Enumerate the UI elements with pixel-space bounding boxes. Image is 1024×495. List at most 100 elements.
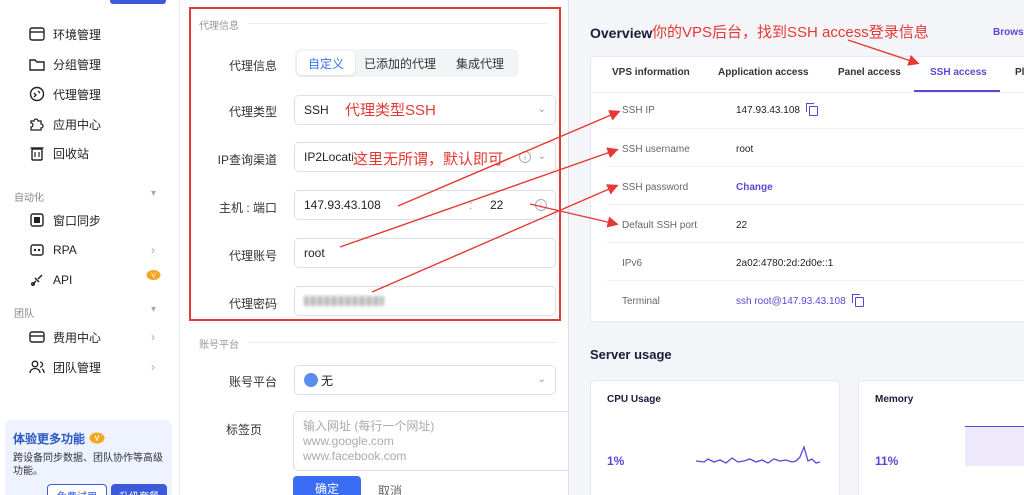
ssh-ip-text: 147.93.43.108 (736, 105, 800, 116)
app-root: 环境管理 分组管理 代理管理 应用中心 回收站 自动化 ▾ 窗口同步 RPA ›… (0, 0, 1024, 495)
annotation-proxy-type: 代理类型SSH (345, 102, 436, 119)
promo-title: 体验更多功能 V (13, 430, 164, 447)
account-platform-value: 无 (321, 373, 334, 388)
ssh-ip-key: SSH IP (622, 105, 655, 116)
free-trial-button[interactable]: 免费试用 (47, 484, 107, 495)
row-divider (607, 128, 1024, 129)
sidebar-item-label: 回收站 (53, 146, 90, 161)
cpu-sparkline (696, 444, 821, 464)
sidebar-item-rpa[interactable]: RPA › (28, 239, 155, 261)
sidebar-item-label: API (53, 273, 73, 287)
promo-title-label: 体验更多功能 (13, 432, 86, 446)
sidebar-item-groups[interactable]: 分组管理 (28, 53, 101, 75)
sidebar-item-trash[interactable]: 回收站 (28, 142, 89, 164)
account-platform-label: 账号平台 (228, 375, 277, 389)
folder-icon (28, 55, 46, 73)
ssh-username-value: root (736, 144, 754, 155)
ssh-username-key: SSH username (622, 144, 690, 155)
memory-usage-value: 11% (875, 454, 899, 468)
sidebar-item-window-sync[interactable]: 窗口同步 (28, 209, 101, 231)
proxy-icon (28, 85, 46, 103)
confirm-button[interactable]: 确定 (293, 476, 361, 495)
divider (248, 342, 558, 343)
row-divider (607, 166, 1024, 167)
sidebar-item-label: 窗口同步 (53, 213, 102, 228)
annotation-vps-note: 你的VPS后台，找到SSH access登录信息 (652, 24, 929, 41)
browse-link[interactable]: Browse (993, 27, 1024, 38)
ipv6-key: IPv6 (622, 258, 643, 269)
overview-title: Overview (590, 25, 653, 41)
sidebar-item-label: 分组管理 (53, 57, 102, 72)
sidebar-item-label: 费用中心 (53, 330, 102, 345)
copy-icon[interactable] (805, 102, 818, 116)
top-action-button[interactable] (110, 0, 166, 4)
copy-icon[interactable] (851, 293, 864, 307)
sidebar-item-label: 代理管理 (53, 87, 102, 102)
chevron-down-icon: ▾ (151, 304, 157, 315)
tab-vps-information[interactable]: VPS information (612, 67, 690, 78)
billing-icon (28, 328, 46, 346)
tabs-urls-textarea[interactable]: 输入网址 (每行一个网址) www.google.com www.faceboo… (293, 411, 573, 471)
chevron-right-icon: › (151, 360, 155, 374)
terminal-command[interactable]: ssh root@147.93.43.108 (736, 296, 846, 307)
robot-icon (28, 241, 46, 259)
chevron-down-icon: ▾ (151, 188, 157, 199)
textarea-placeholder-line: 输入网址 (每行一个网址) (303, 419, 435, 433)
ipv6-value: 2a02:4780:2d:2d0e::1 (736, 258, 834, 269)
chevron-down-icon: ⌄ (537, 374, 546, 385)
sidebar-item-team[interactable]: 团队管理 › (28, 356, 155, 378)
upgrade-promo-card: 体验更多功能 V 跨设备同步数据、团队协作等高级功能。 免费试用 升级套餐 (5, 420, 172, 495)
platform-icon (304, 373, 318, 387)
sidebar-item-label: RPA (53, 243, 77, 257)
vip-badge-icon: V (146, 268, 161, 284)
cpu-usage-value: 1% (607, 454, 625, 468)
tab-panel-access[interactable]: Panel access (838, 67, 901, 78)
cpu-usage-card: CPU Usage 1% (590, 380, 840, 495)
section-title-account-platform: 账号平台 (199, 340, 239, 351)
puzzle-icon (28, 115, 46, 133)
memory-area-chart (965, 426, 1024, 466)
sidebar-item-billing[interactable]: 费用中心 › (28, 326, 155, 348)
sidebar-item-environment[interactable]: 环境管理 (28, 23, 101, 45)
crown-icon: V (89, 431, 105, 447)
sidebar-item-apps[interactable]: 应用中心 (28, 113, 101, 135)
ssh-port-key: Default SSH port (622, 220, 698, 231)
active-tab-indicator (914, 90, 1000, 92)
tab-divider (591, 92, 1024, 93)
tab-plan[interactable]: Pla (1015, 67, 1024, 78)
upgrade-plan-button[interactable]: 升级套餐 (111, 484, 167, 495)
ssh-ip-value: 147.93.43.108 (736, 102, 818, 116)
terminal-key: Terminal (622, 296, 660, 307)
change-password-link[interactable]: Change (736, 182, 773, 193)
textarea-placeholder-line: www.facebook.com (303, 449, 407, 463)
browser-window-icon (28, 25, 46, 43)
tab-ssh-access[interactable]: SSH access (930, 67, 987, 78)
sidebar-item-api[interactable]: API V (28, 269, 161, 291)
textarea-placeholder-line: www.google.com (303, 434, 394, 448)
promo-description: 跨设备同步数据、团队协作等高级功能。 (13, 453, 163, 477)
section-title-automation[interactable]: 自动化 ▾ (14, 188, 156, 204)
server-usage-title: Server usage (590, 347, 672, 362)
trash-icon (28, 144, 46, 162)
sidebar: 环境管理 分组管理 代理管理 应用中心 回收站 自动化 ▾ 窗口同步 RPA ›… (0, 0, 180, 495)
tabs-label: 标签页 (225, 423, 262, 437)
terminal-value[interactable]: ssh root@147.93.43.108 (736, 293, 864, 307)
memory-usage-card: Memory 11% (858, 380, 1024, 495)
svg-text:V: V (151, 273, 156, 280)
api-icon (28, 271, 46, 289)
sidebar-item-label: 环境管理 (53, 27, 102, 42)
cancel-button[interactable]: 取消 (378, 482, 402, 495)
account-platform-select[interactable]: 无 ⌄ (294, 365, 556, 395)
section-title-label: 团队 (14, 309, 34, 320)
memory-usage-title: Memory (875, 394, 914, 405)
sync-icon (28, 211, 46, 229)
section-title-label: 自动化 (14, 193, 44, 204)
section-title-team[interactable]: 团队 ▾ (14, 304, 156, 320)
sidebar-item-label: 应用中心 (53, 117, 102, 132)
tab-application-access[interactable]: Application access (718, 67, 809, 78)
svg-text:V: V (95, 435, 100, 442)
vps-panel: Overview Browse VPS information Applicat… (568, 0, 1024, 495)
row-divider (607, 242, 1024, 243)
sidebar-item-label: 团队管理 (53, 360, 102, 375)
sidebar-item-proxy[interactable]: 代理管理 (28, 83, 101, 105)
